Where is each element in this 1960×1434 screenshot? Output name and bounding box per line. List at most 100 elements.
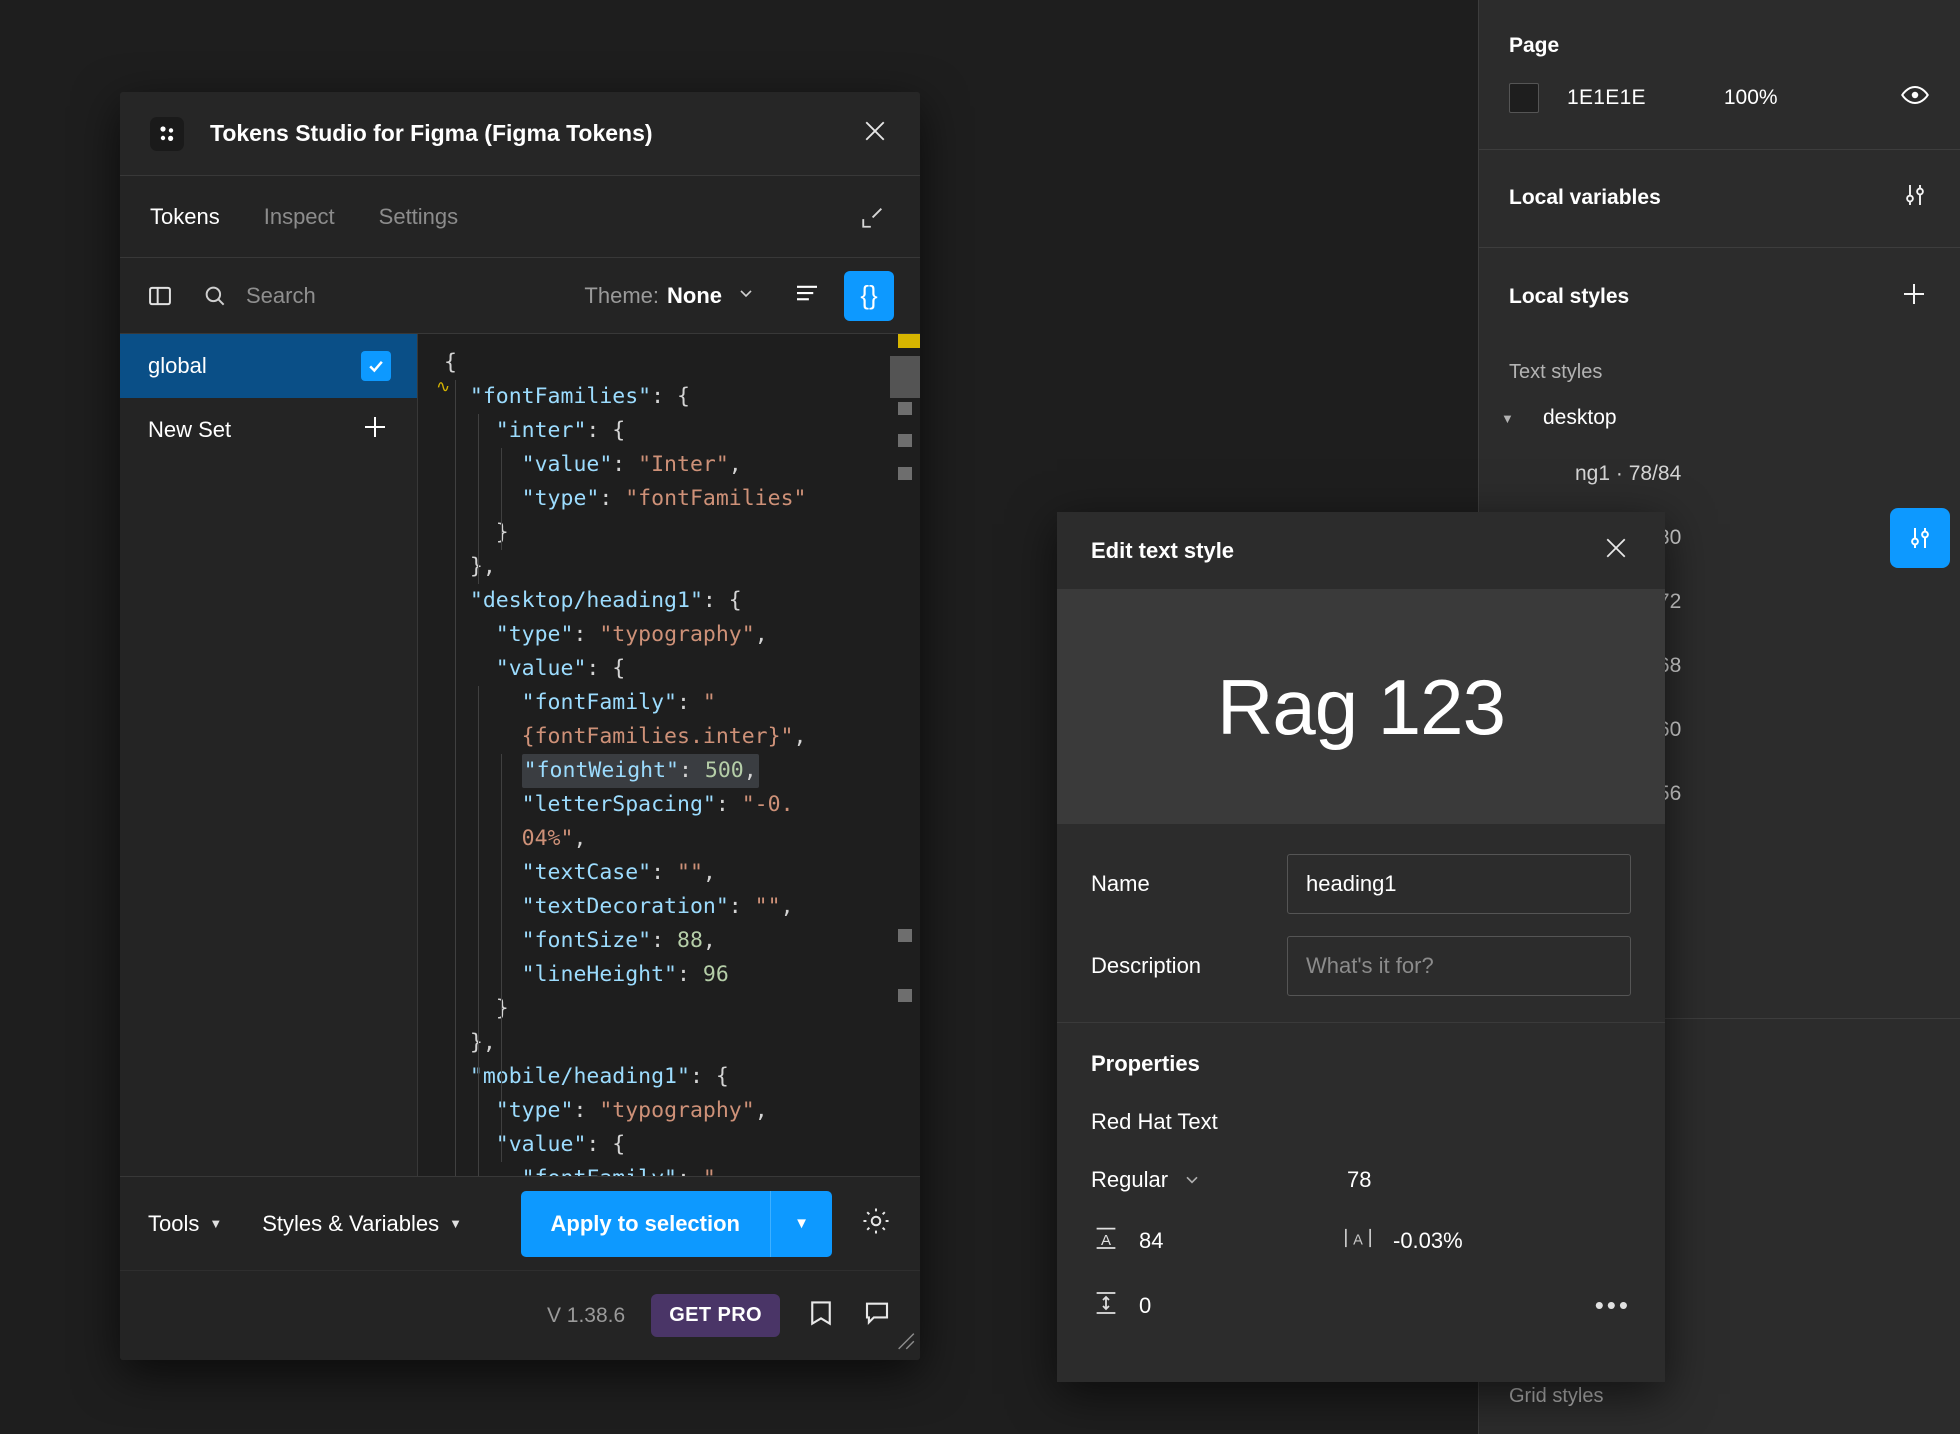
tab-inspect[interactable]: Inspect	[264, 204, 335, 230]
code-line: {	[418, 346, 920, 380]
theme-label: Theme:	[584, 282, 659, 308]
font-family-value[interactable]: Red Hat Text	[1091, 1109, 1631, 1135]
apply-to-selection-button[interactable]: Apply to selection	[520, 1190, 770, 1257]
code-token: "lineHeight"	[521, 962, 678, 987]
code-token: "fontFamilies"	[625, 486, 807, 511]
description-input[interactable]: What's it for?	[1287, 936, 1631, 996]
editor-minimap[interactable]	[890, 334, 920, 1176]
style-group-desktop[interactable]: ▼ desktop	[1479, 394, 1960, 442]
gear-icon[interactable]	[860, 1205, 892, 1242]
modal-title: Edit text style	[1091, 537, 1235, 563]
add-style-plus-icon[interactable]	[1898, 278, 1930, 315]
paragraph-spacing-field[interactable]: 0	[1091, 1288, 1341, 1323]
grid-styles-section: Grid styles	[1509, 1385, 1603, 1408]
code-token: 500	[704, 758, 744, 783]
letter-spacing-field[interactable]: A -0.03%	[1341, 1223, 1463, 1258]
feedback-chat-icon[interactable]	[862, 1298, 892, 1333]
code-token: ,	[780, 894, 794, 919]
tokens-studio-logo-icon	[150, 116, 184, 151]
code-line: "value": {	[418, 1128, 920, 1162]
font-weight-size-row: Regular 78	[1091, 1167, 1631, 1193]
local-styles-header[interactable]: Local styles	[1479, 248, 1960, 347]
close-icon[interactable]	[1601, 533, 1631, 568]
chevron-down-icon[interactable]: ▼	[1501, 411, 1523, 426]
json-view-button[interactable]: {}	[844, 270, 894, 321]
code-line: },	[418, 550, 920, 584]
font-weight-selector[interactable]: Regular	[1091, 1167, 1202, 1193]
minimap-bar	[898, 434, 912, 447]
code-token: :	[651, 860, 678, 885]
token-set-global[interactable]: global	[120, 334, 417, 398]
page-color-hex[interactable]: 1E1E1E	[1567, 86, 1646, 110]
page-color-swatch[interactable]	[1509, 82, 1539, 113]
add-set-plus-icon[interactable]	[359, 411, 391, 449]
code-line: "fontWeight": 500,	[418, 754, 920, 788]
code-line: "value": "Inter",	[418, 448, 920, 482]
tools-menu[interactable]: Tools ▼	[148, 1211, 222, 1237]
chevron-down-icon[interactable]	[1182, 1169, 1202, 1192]
style-group-label: desktop	[1543, 406, 1617, 429]
theme-value: None	[667, 282, 722, 308]
name-input[interactable]: heading1	[1287, 854, 1631, 914]
minimap-bar	[898, 929, 912, 942]
text-style-preview: Rag 123	[1057, 590, 1665, 824]
page-section: Page 1E1E1E 100%	[1479, 0, 1960, 150]
variables-sliders-icon[interactable]	[1900, 180, 1930, 215]
indent-guide	[501, 754, 502, 1162]
tab-tokens[interactable]: Tokens	[150, 204, 220, 230]
caret-down-icon: ▼	[209, 1216, 223, 1231]
name-label: Name	[1091, 871, 1150, 896]
token-set-label: global	[148, 353, 207, 378]
code-token: ,	[754, 1098, 768, 1123]
page-opacity-value[interactable]: 100%	[1724, 86, 1778, 110]
styles-variables-menu[interactable]: Styles & Variables ▼	[262, 1211, 462, 1237]
code-line: "fontFamilies": {	[418, 380, 920, 414]
theme-selector[interactable]: Theme: None	[584, 283, 756, 309]
styles-variables-label: Styles & Variables	[262, 1210, 440, 1236]
code-token: "typography"	[599, 1098, 755, 1123]
code-token: :	[573, 1098, 600, 1123]
page-color-row[interactable]: 1E1E1E 100%	[1479, 58, 1960, 149]
visibility-eye-icon[interactable]	[1900, 80, 1930, 115]
apply-dropdown-button[interactable]: ▼	[770, 1190, 832, 1257]
code-token: },	[444, 1030, 496, 1055]
font-size-value[interactable]: 78	[1347, 1167, 1371, 1193]
description-label: Description	[1091, 953, 1202, 978]
checkbox-checked-icon[interactable]	[361, 351, 391, 381]
resize-handle[interactable]	[890, 1325, 916, 1356]
local-variables-header[interactable]: Local variables	[1479, 150, 1960, 247]
code-token: ,	[743, 758, 757, 783]
minimap-slider[interactable]	[890, 356, 920, 398]
code-line: {fontFamilies.inter}",	[418, 720, 920, 754]
code-token: "-0.	[741, 792, 794, 817]
close-icon[interactable]	[860, 116, 890, 151]
json-code-editor[interactable]: ∿ { "fontFamilies": { "inter": { "value"…	[418, 334, 920, 1176]
more-options-button[interactable]: •••	[1595, 1292, 1631, 1317]
collapse-icon[interactable]	[858, 204, 886, 237]
docs-book-icon[interactable]	[806, 1298, 836, 1333]
variables-float-button[interactable]	[1890, 508, 1950, 568]
code-line: "fontFamily": "	[418, 1162, 920, 1176]
search-input[interactable]: Search	[202, 283, 584, 309]
chevron-down-icon[interactable]	[736, 283, 756, 309]
get-pro-button[interactable]: GET PRO	[651, 1294, 780, 1337]
sidebar-toggle-icon[interactable]	[146, 282, 174, 310]
line-height-field[interactable]: A 84	[1091, 1223, 1341, 1258]
code-token: 88	[677, 928, 703, 953]
token-set-new[interactable]: New Set	[120, 398, 417, 462]
tools-label: Tools	[148, 1210, 200, 1236]
plugin-body: global New Set ∿ {"fontFamilies": {"in…	[120, 334, 920, 1176]
code-line: "type": "typography",	[418, 1094, 920, 1128]
code-token: :	[679, 758, 705, 783]
text-style-row[interactable]: ng1 · 78/84	[1479, 442, 1960, 506]
code-token: 96	[702, 962, 729, 987]
letter-spacing-icon: A	[1341, 1223, 1375, 1258]
code-line: 04%",	[418, 822, 920, 856]
local-variables-section: Local variables	[1479, 150, 1960, 248]
code-line: "mobile/heading1": {	[418, 1060, 920, 1094]
list-view-icon[interactable]	[792, 278, 822, 313]
tab-settings[interactable]: Settings	[379, 204, 459, 230]
code-token: : {	[651, 384, 690, 409]
